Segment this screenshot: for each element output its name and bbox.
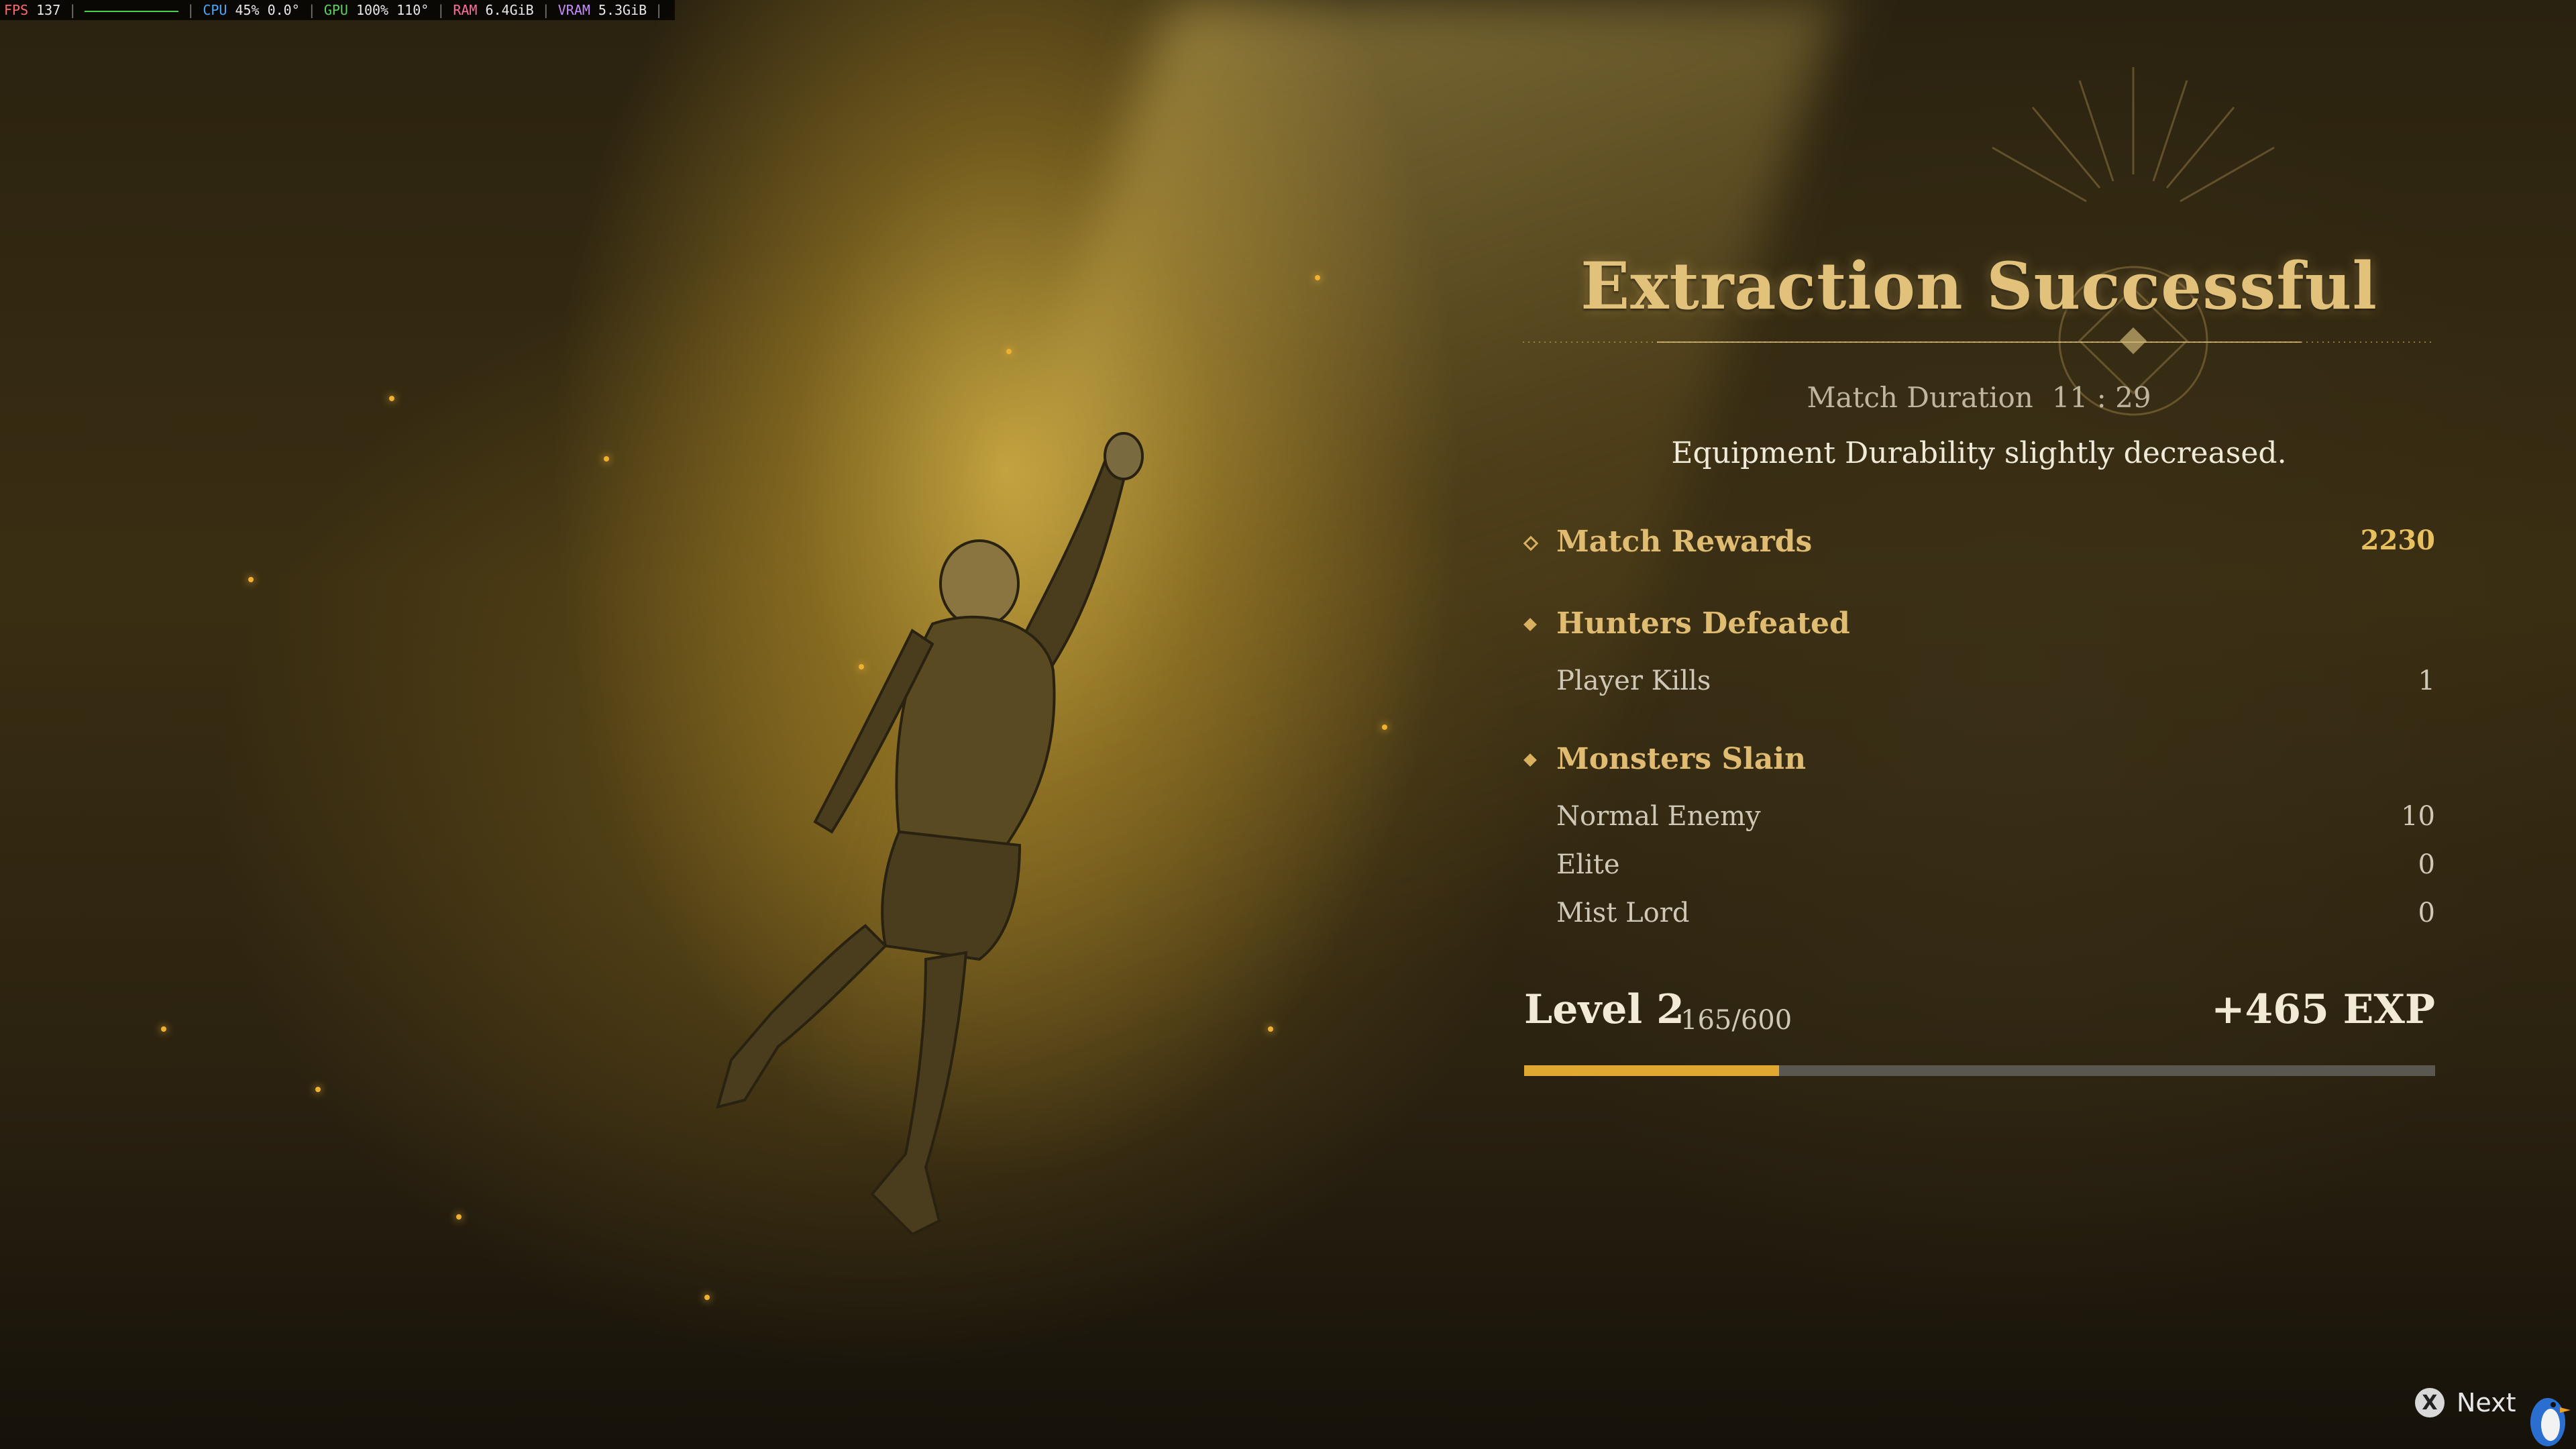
hud-separator: | [186, 2, 195, 18]
ember-particle [704, 1295, 710, 1300]
ember-particle [1006, 349, 1012, 354]
ember-particle [248, 577, 254, 582]
fps-value: 137 [36, 2, 61, 18]
monsters-slain-label: Monsters Slain [1556, 742, 1807, 776]
title-divider [1523, 341, 2435, 343]
next-button[interactable]: X Next [2415, 1386, 2516, 1419]
hud-separator: | [437, 2, 445, 18]
page-title: Extraction Successful [1580, 248, 2377, 324]
cpu-label: CPU [203, 2, 227, 18]
exp-progress-fill [1524, 1065, 1780, 1076]
penguin-mascot-icon [2530, 1398, 2571, 1446]
hud-separator: | [541, 2, 550, 18]
gpu-temp: 110° [396, 2, 429, 18]
performance-overlay: FPS 137 | | CPU 45% 0.0° | GPU 100% 110° | RAM 6.4GiB… [0, 0, 675, 20]
ember-particle [315, 1087, 321, 1092]
stat-value: 0 [2418, 898, 2435, 928]
x-button-icon: X [2415, 1388, 2445, 1417]
stat-label: Normal Enemy [1556, 801, 1761, 832]
exp-progress-bar [1524, 1065, 2435, 1076]
fps-label: FPS [4, 2, 29, 18]
vram-value: 5.3GiB [598, 2, 647, 18]
duration-label: Match Duration [1807, 381, 2033, 414]
gpu-usage: 100% [356, 2, 389, 18]
frametime-graph [85, 10, 179, 12]
next-label: Next [2457, 1388, 2516, 1417]
stat-label: Mist Lord [1556, 898, 1690, 928]
cpu-temp: 0.0° [267, 2, 300, 18]
vram-label: VRAM [557, 2, 590, 18]
hunters-defeated-label: Hunters Defeated [1556, 606, 1850, 641]
stat-value: 0 [2418, 849, 2435, 880]
ram-label: RAM [453, 2, 478, 18]
stat-value: 10 [2401, 801, 2435, 832]
ember-particle [161, 1026, 166, 1032]
ember-particle [1382, 724, 1387, 730]
level-progress-text: 165/600 [1680, 1005, 1792, 1036]
character-figure [716, 432, 1144, 1236]
match-rewards-value: 2230 [2360, 525, 2435, 556]
stat-label: Elite [1556, 849, 1620, 880]
durability-note: Equipment Durability slightly decreased. [1671, 436, 2287, 470]
ember-particle [389, 396, 394, 401]
match-rewards-label: Match Rewards [1556, 525, 1813, 559]
ember-particle [456, 1214, 462, 1220]
exp-gain: +465 EXP [2211, 986, 2435, 1033]
level-label: Level 2 [1524, 986, 1684, 1033]
match-duration: Match Duration 11 : 29 [1509, 381, 2449, 414]
hud-separator: | [655, 2, 663, 18]
ram-value: 6.4GiB [485, 2, 534, 18]
stat-label: Player Kills [1556, 665, 1711, 696]
gpu-label: GPU [323, 2, 348, 18]
duration-value: 11 : 29 [2051, 381, 2151, 414]
ember-particle [1268, 1026, 1273, 1032]
stat-value: 1 [2418, 665, 2435, 696]
hud-separator: | [68, 2, 77, 18]
hud-separator: | [307, 2, 316, 18]
ember-particle [1315, 275, 1320, 280]
ember-particle [604, 456, 609, 462]
cpu-usage: 45% [235, 2, 260, 18]
